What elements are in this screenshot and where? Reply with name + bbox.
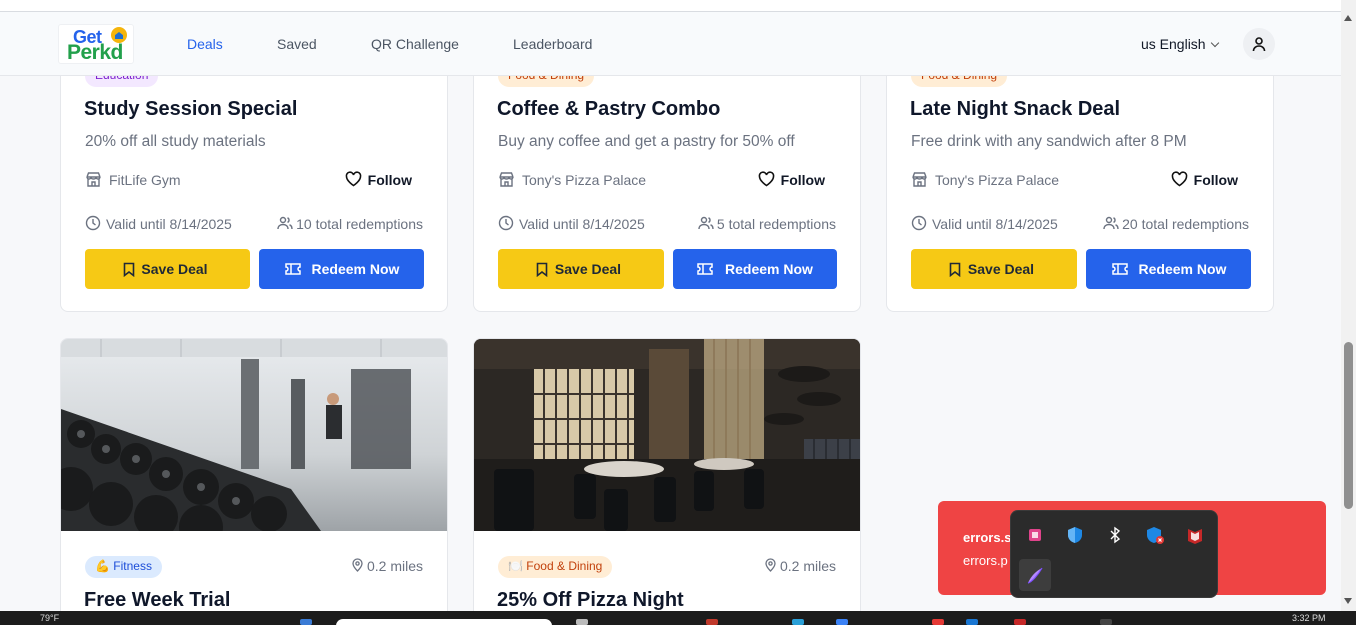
taskbar-app-icon[interactable] <box>792 619 804 625</box>
deal-card-study-session: Education Study Session Special 20% off … <box>60 40 448 312</box>
store-icon <box>912 172 927 187</box>
users-icon <box>277 216 293 230</box>
redeem-now-button[interactable]: Redeem Now <box>1086 249 1251 289</box>
deal-title: Study Session Special <box>84 98 298 120</box>
mcafee-icon[interactable] <box>1179 519 1211 551</box>
logo-text-perkd: Perkd <box>67 41 123 64</box>
taskbar-app-icon[interactable] <box>706 619 718 625</box>
getperkd-logo[interactable]: Get Perkd <box>58 24 134 64</box>
image-app-icon[interactable] <box>1019 519 1051 551</box>
page-scrollbar[interactable] <box>1341 0 1356 611</box>
clock-icon <box>498 215 514 231</box>
users-icon <box>1103 216 1119 230</box>
redemption-count: 20 total redemptions <box>1103 216 1249 232</box>
weather-widget[interactable]: 79°F <box>40 613 59 623</box>
language-label: us English <box>1141 36 1206 52</box>
deal-title: Late Night Snack Deal <box>910 98 1121 120</box>
deal-card-coffee-pastry: Food & Dining Coffee & Pastry Combo Buy … <box>473 40 861 312</box>
deal-card-late-night-snack: Food & Dining Late Night Snack Deal Free… <box>886 40 1274 312</box>
scrollbar-thumb[interactable] <box>1344 342 1353 509</box>
restaurant-photo <box>474 339 860 531</box>
nav-saved[interactable]: Saved <box>277 36 317 52</box>
taskbar-app-icon[interactable] <box>966 619 978 625</box>
taskbar-clock[interactable]: 3:32 PM <box>1292 613 1326 623</box>
scroll-up-arrow-icon[interactable] <box>1344 15 1352 21</box>
deal-title: 25% Off Pizza Night <box>497 589 684 611</box>
language-selector[interactable]: us English <box>1141 36 1219 52</box>
site-header: Get Perkd Deals Saved QR Challenge Leade… <box>0 12 1341 76</box>
distance-label: 0.2 miles <box>765 558 836 574</box>
map-pin-icon <box>765 558 776 572</box>
category-badge: 🍽️ Food & Dining <box>498 556 613 578</box>
taskbar-app-icon[interactable] <box>932 619 944 625</box>
store-icon <box>499 172 514 187</box>
category-badge: 💪 Fitness <box>85 556 162 578</box>
ticket-icon <box>1112 263 1128 275</box>
distance-label: 0.2 miles <box>352 558 423 574</box>
ticket-icon <box>285 263 301 275</box>
user-profile-button[interactable] <box>1243 28 1275 60</box>
follow-button[interactable]: Follow <box>758 171 825 188</box>
defender-shield-icon[interactable] <box>1059 519 1091 551</box>
toast-message: errors.p <box>963 553 1008 568</box>
chevron-down-icon <box>1210 38 1219 48</box>
nav-qr-challenge[interactable]: QR Challenge <box>371 36 459 52</box>
save-deal-button[interactable]: Save Deal <box>911 249 1077 289</box>
redemption-count: 10 total redemptions <box>277 216 423 232</box>
save-deal-button[interactable]: Save Deal <box>498 249 664 289</box>
store-icon <box>86 172 101 187</box>
taskbar-app-icon[interactable] <box>300 619 312 625</box>
deal-description: Buy any coffee and get a pastry for 50% … <box>498 133 795 150</box>
map-pin-icon <box>352 558 363 572</box>
bookmark-icon <box>536 262 548 277</box>
redemption-count: 5 total redemptions <box>698 216 836 232</box>
bookmark-icon <box>949 262 961 277</box>
follow-button[interactable]: Follow <box>345 171 412 188</box>
heart-icon <box>1171 171 1187 187</box>
heart-icon <box>345 171 361 187</box>
bookmark-icon <box>123 262 135 277</box>
users-icon <box>698 216 714 230</box>
taskbar-app-icon[interactable] <box>1014 619 1026 625</box>
deal-card-pizza-night[interactable]: 🍽️ Food & Dining 0.2 miles 25% Off Pizza… <box>473 338 861 625</box>
follow-button[interactable]: Follow <box>1171 171 1238 188</box>
system-tray-overflow <box>1010 510 1218 598</box>
deal-title: Free Week Trial <box>84 589 231 611</box>
clock-icon <box>85 215 101 231</box>
save-deal-button[interactable]: Save Deal <box>85 249 250 289</box>
taskbar-app-icon[interactable] <box>576 619 588 625</box>
pen-icon[interactable] <box>1019 559 1051 591</box>
browser-top-strip <box>0 0 1341 12</box>
deal-description: 20% off all study materials <box>85 133 266 150</box>
deal-description: Free drink with any sandwich after 8 PM <box>911 133 1187 150</box>
deal-card-free-week-trial[interactable]: 💪 Fitness 0.2 miles Free Week Trial <box>60 338 448 625</box>
bluetooth-icon[interactable] <box>1099 519 1131 551</box>
heart-icon <box>758 171 774 187</box>
clock-icon <box>911 215 927 231</box>
nav-deals[interactable]: Deals <box>187 36 223 52</box>
taskbar-app-icon[interactable] <box>836 619 848 625</box>
taskbar-tray-chevron-icon[interactable] <box>1100 619 1112 625</box>
redeem-now-button[interactable]: Redeem Now <box>259 249 424 289</box>
gym-photo <box>61 339 447 531</box>
scroll-down-arrow-icon[interactable] <box>1344 598 1352 604</box>
deal-title: Coffee & Pastry Combo <box>497 98 721 120</box>
toast-title: errors.s <box>963 530 1012 545</box>
security-warning-icon[interactable] <box>1139 519 1171 551</box>
taskbar-search-box[interactable] <box>336 619 552 625</box>
nav-leaderboard[interactable]: Leaderboard <box>513 36 592 52</box>
redeem-now-button[interactable]: Redeem Now <box>673 249 837 289</box>
ticket-icon <box>697 263 713 275</box>
user-icon <box>1252 37 1266 52</box>
os-taskbar: 79°F 3:32 PM <box>0 611 1356 625</box>
